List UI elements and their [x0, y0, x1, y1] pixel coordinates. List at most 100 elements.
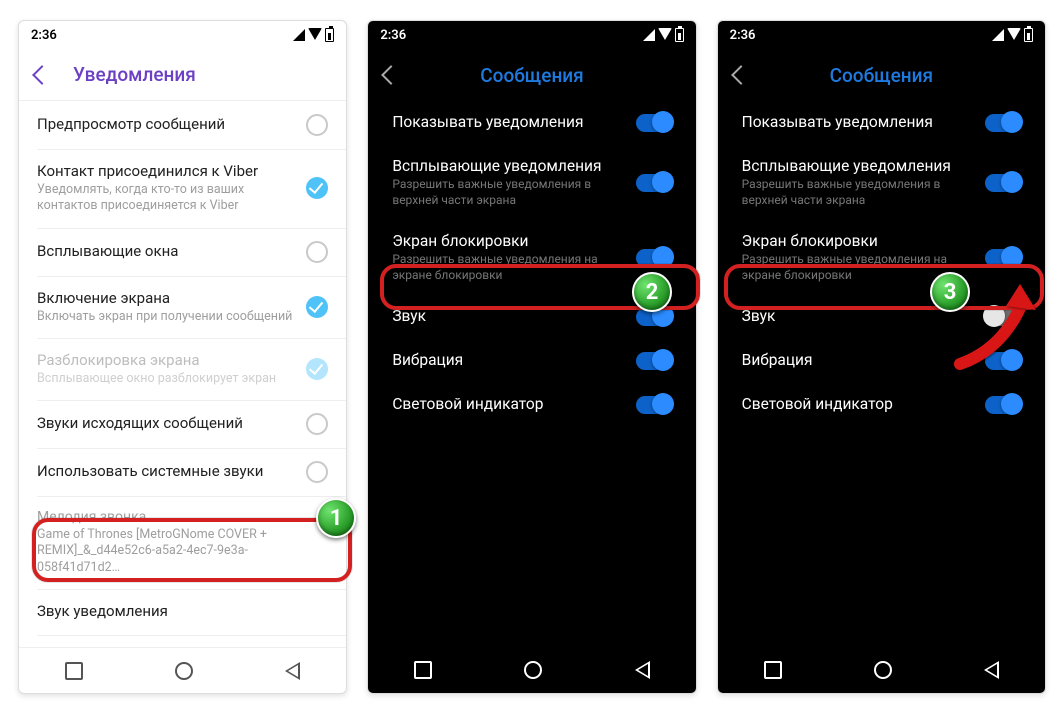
- settings-row[interactable]: Всплывающие уведомленияРазрешить важные …: [718, 145, 1045, 220]
- toggle-switch[interactable]: [636, 249, 672, 267]
- toggle-switch[interactable]: [985, 308, 1021, 326]
- row-title: Использовать системные звуки: [37, 462, 294, 480]
- settings-row[interactable]: Показывать уведомления: [718, 101, 1045, 145]
- row-title: Вибрация: [392, 351, 623, 369]
- tutorial-canvas: 2:36 Уведомления Предпросмотр сообщений К…: [0, 0, 1064, 714]
- nav-recent-icon[interactable]: [414, 661, 432, 679]
- radio-unchecked-icon[interactable]: [306, 461, 328, 483]
- battery-icon: [1024, 28, 1033, 42]
- nav-home-icon[interactable]: [524, 661, 542, 679]
- toggle-switch[interactable]: [636, 396, 672, 414]
- radio-unchecked-icon[interactable]: [306, 114, 328, 136]
- settings-row[interactable]: Звук: [718, 295, 1045, 339]
- wifi-icon: [308, 28, 322, 42]
- check-icon[interactable]: [306, 296, 328, 318]
- back-button[interactable]: [730, 64, 752, 86]
- toggle-switch[interactable]: [636, 352, 672, 370]
- row-subtitle: Включать экран при получении сообщений: [37, 309, 294, 325]
- row-text: Использовать системные звуки: [37, 462, 294, 482]
- toggle-switch[interactable]: [985, 249, 1021, 267]
- nav-back-icon[interactable]: [635, 661, 650, 679]
- settings-row[interactable]: Включение экранаВключать экран при получ…: [19, 276, 346, 338]
- nav-home-icon[interactable]: [874, 661, 892, 679]
- settings-row[interactable]: Вибрация: [718, 339, 1045, 383]
- settings-row[interactable]: Использовать системные звуки: [19, 448, 346, 496]
- settings-row[interactable]: Звуки исходящих сообщений: [19, 400, 346, 448]
- settings-row[interactable]: Световой индикатор: [368, 383, 695, 427]
- wifi-icon: [1007, 28, 1021, 42]
- row-text: Контакт присоединился к ViberУведомлять,…: [37, 162, 294, 215]
- row-title: Всплывающие окна: [37, 242, 294, 260]
- row-text: Световой индикатор: [742, 395, 973, 415]
- nav-recent-icon[interactable]: [65, 662, 83, 680]
- radio-unchecked-icon[interactable]: [306, 241, 328, 263]
- row-text: Всплывающие уведомленияРазрешить важные …: [742, 157, 973, 208]
- toggle-switch[interactable]: [985, 114, 1021, 132]
- nav-bar: [19, 647, 346, 693]
- status-icons: [992, 28, 1033, 42]
- phone-light: 2:36 Уведомления Предпросмотр сообщений К…: [18, 20, 347, 694]
- settings-row: Мелодия звонкаGame of Thrones [MetroGNom…: [19, 496, 346, 589]
- toggle-switch[interactable]: [636, 114, 672, 132]
- toggle-switch[interactable]: [985, 352, 1021, 370]
- settings-list: Показывать уведомления Всплывающие уведом…: [718, 101, 1045, 647]
- settings-row[interactable]: Вибрация: [368, 339, 695, 383]
- settings-row[interactable]: Всплывающие окна: [19, 228, 346, 276]
- toggle-switch[interactable]: [985, 396, 1021, 414]
- check-icon[interactable]: [306, 177, 328, 199]
- row-subtitle: Разрешить важные уведомления на экране б…: [392, 252, 623, 283]
- settings-row[interactable]: Экран блокировкиРазрешить важные уведомл…: [718, 220, 1045, 295]
- status-time: 2:36: [31, 28, 57, 43]
- row-title: Звук уведомления: [37, 602, 328, 620]
- settings-row[interactable]: Звук уведомления: [19, 589, 346, 635]
- back-button[interactable]: [31, 64, 53, 86]
- nav-bar: [718, 647, 1045, 693]
- row-title: Показывать уведомления: [392, 113, 623, 131]
- header-title: Уведомления: [73, 63, 196, 86]
- row-text: Звук: [392, 307, 623, 327]
- nav-back-icon[interactable]: [285, 662, 300, 680]
- row-text: Световой индикатор: [392, 395, 623, 415]
- header: Уведомления: [19, 49, 346, 101]
- settings-row[interactable]: Вибрация при звонке: [19, 635, 346, 647]
- settings-row[interactable]: Контакт присоединился к ViberУведомлять,…: [19, 149, 346, 228]
- row-subtitle: Разрешить важные уведомления в верхней ч…: [392, 177, 623, 208]
- check-disabled-icon: [306, 358, 328, 380]
- battery-icon: [325, 28, 334, 42]
- phone-dark-before: 2:36 Сообщения Показывать уведомления Всп…: [367, 20, 696, 694]
- status-bar: 2:36: [19, 21, 346, 49]
- step-badge-label: 2: [646, 280, 659, 305]
- row-title: Вибрация: [742, 351, 973, 369]
- phone-dark-after: 2:36 Сообщения Показывать уведомленияВсп…: [717, 20, 1046, 694]
- toggle-switch[interactable]: [985, 174, 1021, 192]
- settings-row[interactable]: Всплывающие уведомленияРазрешить важные …: [368, 145, 695, 220]
- row-subtitle: Уведомлять, когда кто-то из ваших контак…: [37, 182, 294, 215]
- settings-row[interactable]: Предпросмотр сообщений: [19, 101, 346, 149]
- nav-home-icon[interactable]: [175, 662, 193, 680]
- settings-row[interactable]: Разблокировка экранаВсплывающее окно раз…: [19, 338, 346, 400]
- row-title: Экран блокировки: [392, 232, 623, 250]
- row-text: Показывать уведомления: [392, 113, 623, 133]
- radio-unchecked-icon[interactable]: [306, 413, 328, 435]
- arrow-left-icon: [731, 65, 751, 85]
- row-subtitle: Game of Thrones [MetroGNome COVER + REMI…: [37, 527, 328, 576]
- wifi-icon: [658, 28, 672, 42]
- row-title: Звуки исходящих сообщений: [37, 414, 294, 432]
- status-time: 2:36: [730, 28, 756, 43]
- settings-list: Предпросмотр сообщений Контакт присоедини…: [19, 101, 346, 647]
- settings-row[interactable]: Световой индикатор: [718, 383, 1045, 427]
- step-badge-1: 1: [316, 498, 356, 538]
- settings-row[interactable]: Показывать уведомления: [368, 101, 695, 145]
- row-title: Звук: [742, 307, 973, 325]
- row-title: Всплывающие уведомления: [742, 157, 973, 175]
- row-title: Световой индикатор: [392, 395, 623, 413]
- nav-back-icon[interactable]: [984, 661, 999, 679]
- row-text: Разблокировка экранаВсплывающее окно раз…: [37, 351, 294, 387]
- toggle-switch[interactable]: [636, 174, 672, 192]
- header-title: Сообщения: [480, 64, 583, 87]
- back-button[interactable]: [380, 64, 402, 86]
- step-badge-2: 2: [632, 272, 672, 312]
- nav-recent-icon[interactable]: [764, 661, 782, 679]
- status-bar: 2:36: [368, 21, 695, 49]
- signal-icon: [643, 29, 655, 41]
